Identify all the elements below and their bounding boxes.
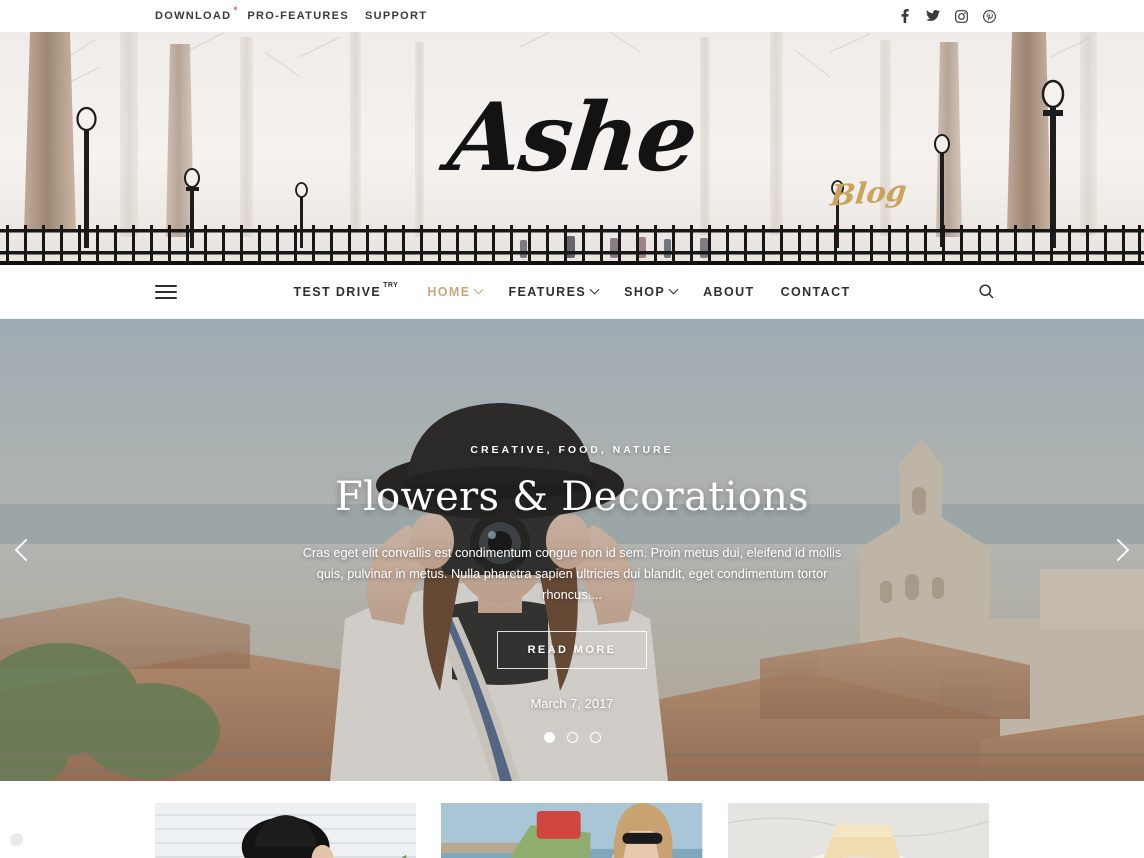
slide-title[interactable]: Flowers & Decorations [150, 474, 994, 520]
main-navigation-bar: TEST DRIVE TRY HOME FEATURES SHOP ABOUT C… [0, 265, 1144, 319]
chevron-down-icon [473, 284, 484, 295]
slide-content: CREATIVE, FOOD, NATURE Flowers & Decorat… [0, 444, 1144, 711]
read-more-button[interactable]: READ MORE [496, 631, 648, 670]
twitter-icon[interactable] [926, 9, 940, 23]
scroll-to-top-marker[interactable] [10, 833, 23, 846]
card-image-try-pro-version [727, 803, 989, 858]
card-image-features [441, 803, 703, 858]
logo-subtitle: Blog [828, 173, 909, 213]
instagram-icon[interactable] [954, 9, 968, 23]
feature-cards-section: DOWNLOAD FEATURES [0, 781, 1144, 858]
nav-item-features[interactable]: FEATURES [508, 284, 600, 299]
iron-fence-image [0, 225, 1144, 265]
social-links [898, 9, 996, 23]
topbar-link-download[interactable]: DOWNLOAD * [155, 6, 237, 23]
nav-test-drive-superscript: TRY [383, 282, 399, 289]
top-bar: DOWNLOAD * PRO-FEATURES SUPPORT [0, 0, 1144, 32]
pinterest-icon[interactable] [982, 9, 996, 23]
hamburger-menu-icon[interactable] [155, 284, 177, 299]
search-icon[interactable] [979, 284, 994, 299]
site-logo[interactable]: Ashe Blog [0, 83, 1144, 213]
nav-item-home-label: HOME [427, 284, 471, 299]
slider-dot-2[interactable] [566, 732, 578, 743]
nav-item-shop-label: SHOP [624, 284, 666, 299]
top-bar-links: DOWNLOAD * PRO-FEATURES SUPPORT [155, 6, 427, 23]
chevron-down-icon [668, 284, 679, 295]
topbar-link-pro-features[interactable]: PRO-FEATURES [247, 10, 349, 22]
nav-test-drive-label: TEST DRIVE [293, 284, 382, 299]
slide-categories[interactable]: CREATIVE, FOOD, NATURE [150, 444, 994, 456]
site-header-banner: Ashe Blog [0, 32, 1144, 265]
facebook-icon[interactable] [898, 9, 912, 23]
hero-slider: CREATIVE, FOOD, NATURE Flowers & Decorat… [0, 319, 1144, 781]
topbar-link-download-label: DOWNLOAD [155, 10, 232, 22]
nav-item-home[interactable]: HOME [427, 284, 484, 299]
slider-dot-3[interactable] [589, 732, 601, 743]
slider-dots [0, 732, 1144, 743]
feature-card-features[interactable]: FEATURES [441, 803, 703, 858]
slider-next-arrow[interactable] [1106, 538, 1130, 562]
slide-date: March 7, 2017 [530, 696, 614, 712]
card-image-download [155, 803, 417, 858]
logo-title: Ashe [443, 83, 701, 193]
nav-item-contact[interactable]: CONTACT [781, 285, 851, 299]
slide-excerpt: Cras eget elit convallis est condimentum… [302, 545, 842, 603]
topbar-link-support[interactable]: SUPPORT [365, 10, 427, 22]
chevron-down-icon [589, 284, 600, 295]
nav-item-shop[interactable]: SHOP [624, 284, 679, 299]
slider-dot-1[interactable] [543, 732, 555, 743]
nav-item-features-label: FEATURES [508, 284, 587, 299]
new-badge-asterisk-icon: * [233, 5, 239, 15]
feature-card-try-pro-version[interactable]: TRY PRO VERSION [727, 803, 989, 858]
feature-card-download[interactable]: DOWNLOAD [155, 803, 417, 858]
slider-prev-arrow[interactable] [14, 538, 38, 562]
nav-item-about[interactable]: ABOUT [703, 285, 754, 299]
nav-item-test-drive[interactable]: TEST DRIVE TRY [293, 282, 401, 299]
